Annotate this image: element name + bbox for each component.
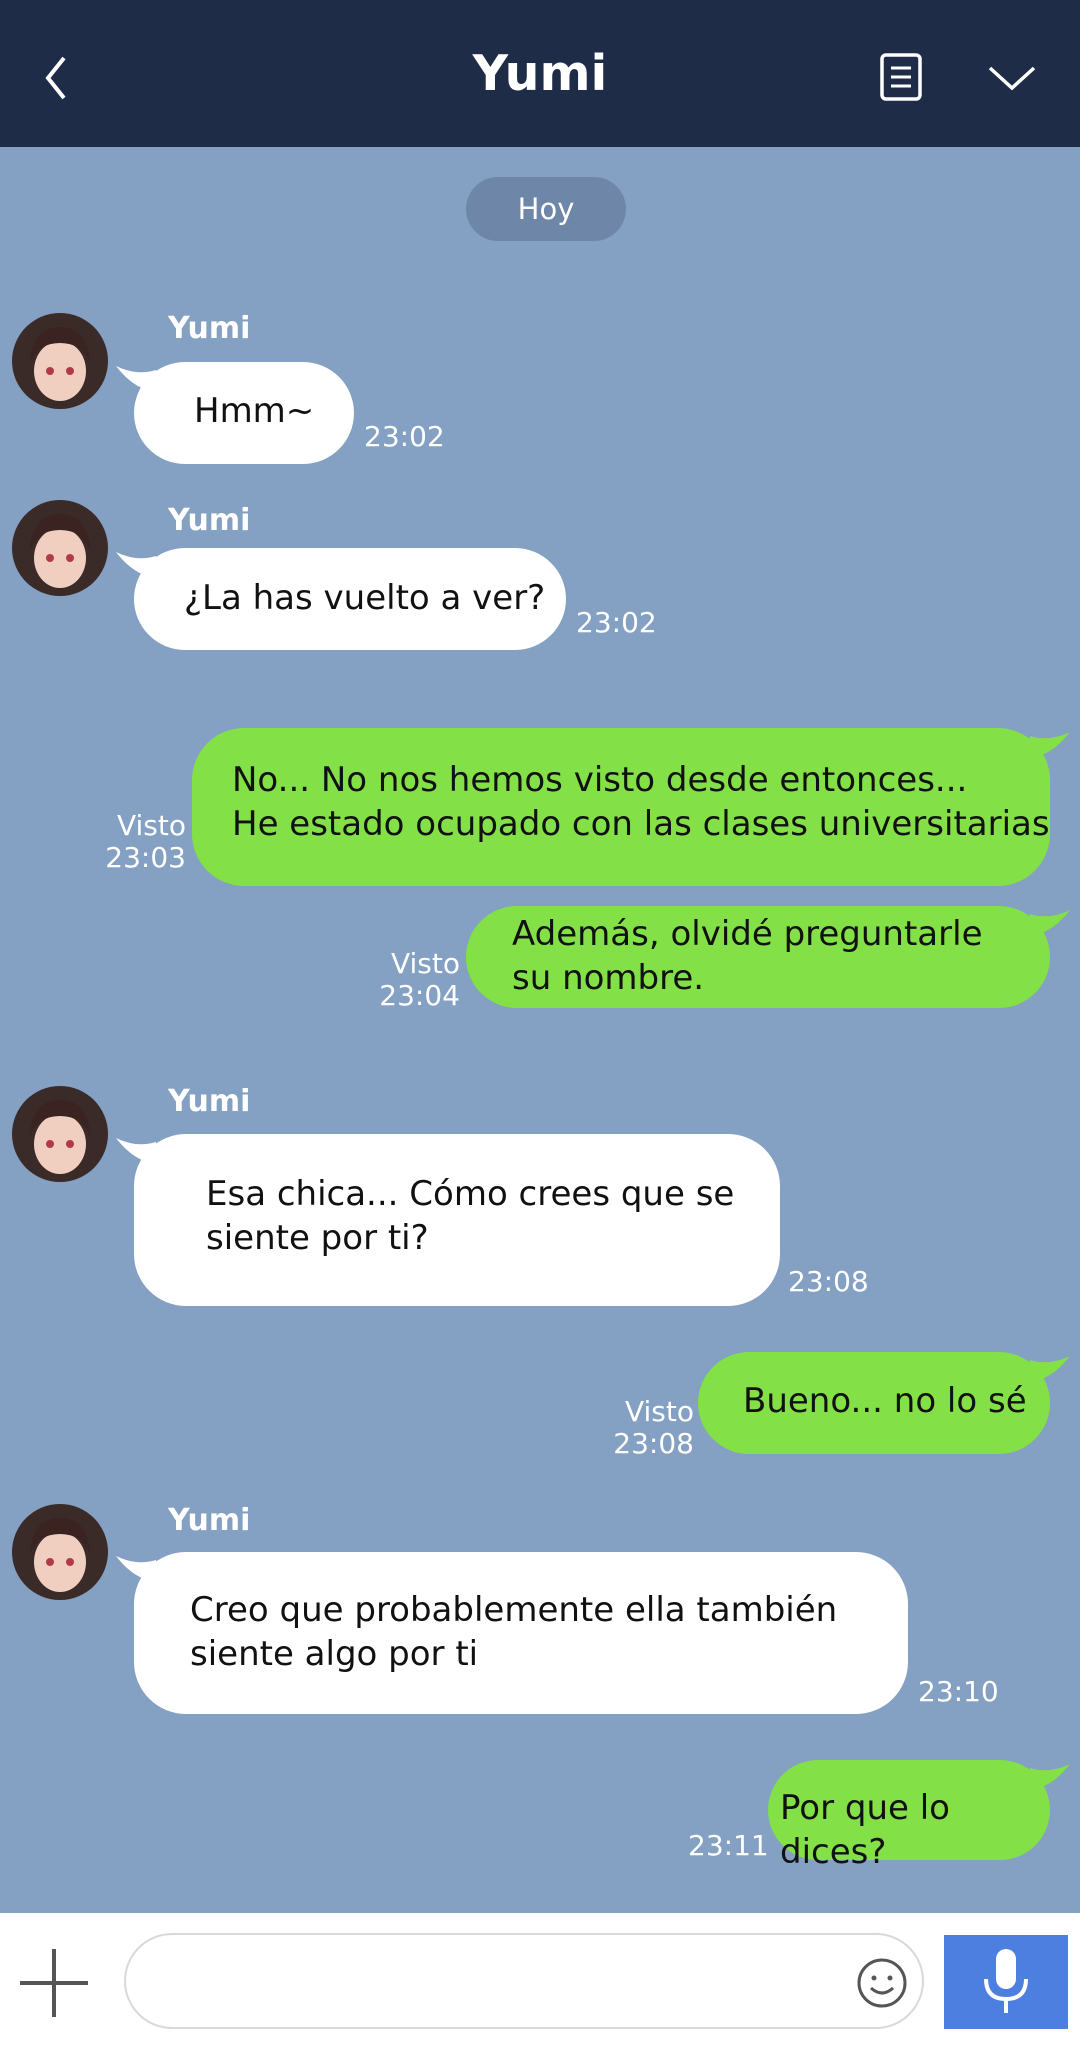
avatar[interactable] bbox=[12, 500, 108, 596]
message-time: 23:08 bbox=[613, 1427, 694, 1460]
message-text-line: siente algo por ti bbox=[190, 1634, 479, 1674]
message-time: 23:11 bbox=[688, 1829, 769, 1862]
emoji-icon bbox=[857, 1958, 907, 2008]
microphone-icon bbox=[984, 1949, 1028, 2013]
avatar-image bbox=[12, 1086, 108, 1182]
message-text: Hmm~ bbox=[194, 391, 315, 431]
message-bubble[interactable]: ¿La has vuelto a ver? bbox=[134, 548, 566, 650]
message-text: ¿La has vuelto a ver? bbox=[184, 578, 546, 618]
notes-icon bbox=[880, 53, 922, 101]
chevron-down-icon bbox=[988, 66, 1036, 91]
sender-name: Yumi bbox=[168, 311, 251, 346]
add-attachment-button[interactable] bbox=[14, 1943, 94, 2023]
avatar-image bbox=[12, 1504, 108, 1600]
menu-button[interactable] bbox=[982, 52, 1042, 102]
avatar[interactable] bbox=[12, 1504, 108, 1600]
message-text-line: su nombre. bbox=[512, 958, 705, 998]
plus-icon bbox=[20, 1949, 88, 2017]
read-status: Visto bbox=[116, 809, 186, 842]
avatar[interactable] bbox=[12, 1086, 108, 1182]
message-text-line: No... No nos hemos visto desde entonces.… bbox=[232, 760, 968, 800]
message-text-line: Creo que probablemente ella también bbox=[190, 1590, 838, 1630]
message-bubble[interactable]: No... No nos hemos visto desde entonces.… bbox=[192, 728, 1050, 886]
voice-message-button[interactable] bbox=[944, 1935, 1068, 2029]
message-time: 23:04 bbox=[379, 979, 460, 1012]
message-input-container[interactable] bbox=[124, 1933, 924, 2029]
emoji-button[interactable] bbox=[856, 1957, 908, 2009]
top-bar: Yumi bbox=[0, 0, 1080, 147]
sender-name: Yumi bbox=[168, 1503, 251, 1538]
message-time: 23:10 bbox=[918, 1675, 999, 1708]
message-time: 23:02 bbox=[576, 606, 657, 639]
read-status: Visto bbox=[624, 1395, 694, 1428]
message-time: 23:03 bbox=[105, 841, 186, 874]
message-input[interactable] bbox=[156, 1945, 840, 2019]
date-separator: Hoy bbox=[466, 177, 626, 241]
sender-name: Yumi bbox=[168, 1084, 251, 1119]
avatar[interactable] bbox=[12, 313, 108, 409]
message-text-line: Esa chica... Cómo crees que se bbox=[206, 1174, 735, 1214]
sender-name: Yumi bbox=[168, 503, 251, 538]
message-text-line: siente por ti? bbox=[206, 1218, 429, 1258]
message-bubble[interactable]: Esa chica... Cómo crees que se siente po… bbox=[134, 1134, 780, 1306]
message-bubble[interactable]: Por que lo dices? bbox=[768, 1760, 1050, 1872]
message-bubble[interactable]: Creo que probablemente ella también sien… bbox=[134, 1552, 908, 1714]
message-bubble[interactable]: Hmm~ bbox=[134, 362, 354, 464]
read-status: Visto bbox=[390, 947, 460, 980]
message-time: 23:08 bbox=[788, 1265, 869, 1298]
message-text: Por que lo dices? bbox=[780, 1788, 950, 1872]
message-meta: Visto 23:04 bbox=[376, 948, 460, 1012]
avatar-image bbox=[12, 313, 108, 409]
avatar-image bbox=[12, 500, 108, 596]
message-meta: Visto 23:08 bbox=[604, 1396, 694, 1460]
message-time: 23:02 bbox=[364, 420, 445, 453]
composer-bar bbox=[0, 1913, 1080, 2048]
message-text: Bueno... no lo sé bbox=[743, 1381, 1027, 1421]
message-bubble[interactable]: Además, olvidé preguntarle su nombre. bbox=[466, 906, 1050, 1008]
message-bubble[interactable]: Bueno... no lo sé bbox=[698, 1352, 1050, 1454]
notes-button[interactable] bbox=[874, 50, 928, 104]
message-text-line: He estado ocupado con las clases univers… bbox=[232, 804, 1050, 844]
message-text-line: Además, olvidé preguntarle bbox=[512, 914, 983, 954]
message-meta: Visto 23:03 bbox=[100, 810, 186, 874]
